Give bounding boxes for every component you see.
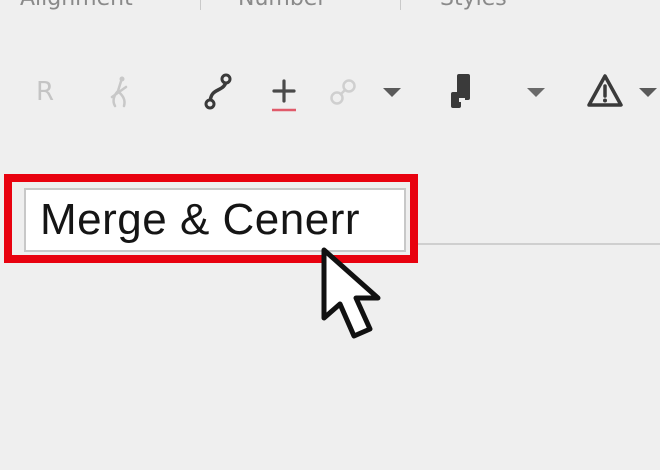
- r-icon[interactable]: R: [30, 72, 60, 112]
- tooltip: Merge & Cenerr: [24, 188, 406, 252]
- chevron-down-icon[interactable]: [378, 80, 406, 104]
- link-icon[interactable]: [326, 74, 360, 110]
- tab-alignment[interactable]: Alignment: [20, 0, 133, 11]
- chevron-down-icon[interactable]: [522, 80, 550, 104]
- ribbon-toolbar: R: [0, 60, 660, 124]
- tooltip-text: Merge & Cenerr: [40, 195, 361, 244]
- tab-strip: Alignment Number Styles: [0, 0, 660, 11]
- warning-icon[interactable]: [584, 70, 626, 112]
- curve-icon[interactable]: [198, 70, 238, 114]
- tab-styles[interactable]: Styles: [440, 0, 507, 11]
- bin-icon[interactable]: [444, 68, 480, 118]
- tab-number[interactable]: Number: [238, 0, 326, 11]
- chevron-down-icon[interactable]: [636, 80, 660, 104]
- plus-icon[interactable]: [266, 70, 302, 116]
- app-screen: Alignment Number Styles R: [0, 0, 660, 470]
- anchor-icon[interactable]: [102, 72, 138, 112]
- mouse-cursor-icon: [318, 246, 402, 346]
- tab-separator: [400, 0, 401, 10]
- ribbon-divider: [412, 243, 660, 245]
- tab-separator: [200, 0, 201, 10]
